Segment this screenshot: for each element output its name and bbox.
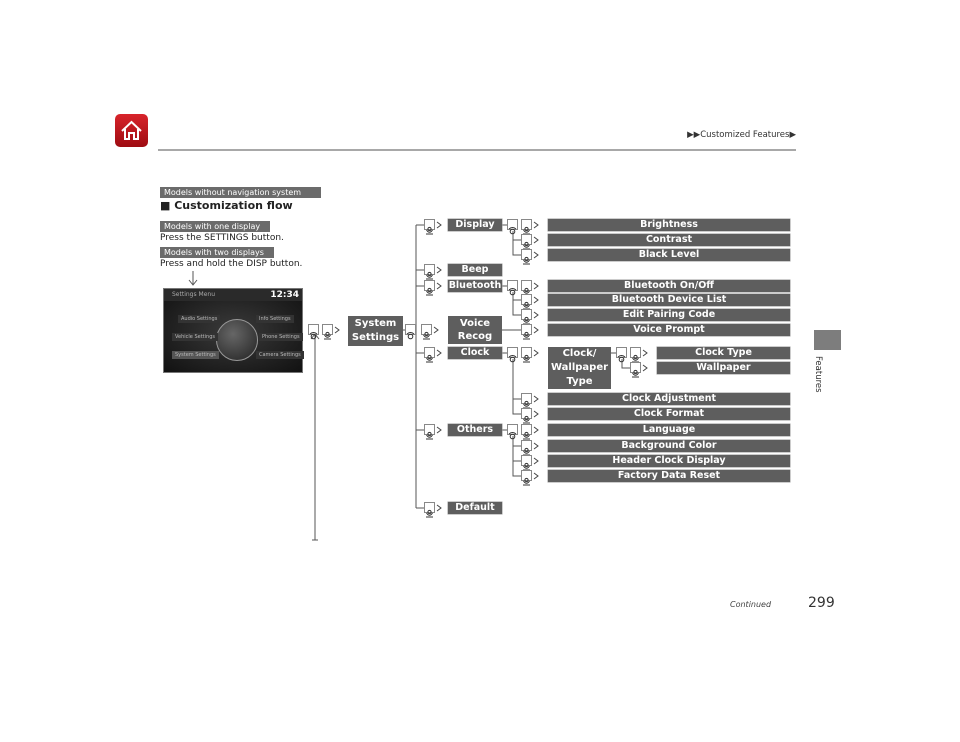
- rotate-dial-icon: [507, 219, 518, 235]
- press-button-icon: [424, 424, 435, 440]
- category-voice-recog: Voice Recog: [448, 316, 502, 344]
- press-button-icon: [521, 470, 532, 486]
- item-language: Language: [548, 424, 790, 436]
- arrow-icon: [533, 311, 539, 319]
- arrow-icon: [533, 410, 539, 418]
- page-number: 299: [808, 595, 835, 611]
- category-display: Display: [448, 219, 502, 231]
- section-tab-marker[interactable]: [814, 330, 841, 350]
- arrow-icon: [436, 349, 442, 357]
- item-voice-prompt: Voice Prompt: [548, 324, 790, 336]
- arrow-icon: [436, 221, 442, 229]
- item-header-clock-display: Header Clock Display: [548, 455, 790, 467]
- press-button-icon: [521, 424, 532, 440]
- press-button-icon: [521, 234, 532, 250]
- rotate-dial-icon: [507, 280, 518, 296]
- arrow-icon: [533, 426, 539, 434]
- continued-label: Continued: [730, 600, 772, 609]
- arrow-icon: [436, 504, 442, 512]
- item-bluetooth-on-off: Bluetooth On/Off: [548, 280, 790, 292]
- arrow-icon: [533, 395, 539, 403]
- arrow-icon: [533, 282, 539, 290]
- press-button-icon: [521, 249, 532, 265]
- arrow-icon: [533, 326, 539, 334]
- press-button-icon: [521, 294, 532, 310]
- manual-page: ▶▶Customized Features▶ Models without na…: [0, 0, 960, 742]
- press-button-icon: [521, 309, 532, 325]
- arrow-icon: [436, 426, 442, 434]
- item-contrast: Contrast: [548, 234, 790, 246]
- press-button-icon: [322, 324, 333, 340]
- category-default: Default: [448, 502, 502, 514]
- press-button-icon: [521, 280, 532, 296]
- press-button-icon: [630, 362, 641, 378]
- arrow-icon: [533, 296, 539, 304]
- press-button-icon: [521, 347, 532, 363]
- rotate-dial-icon: [507, 424, 518, 440]
- arrow-icon: [433, 326, 439, 334]
- item-black-level: Black Level: [548, 249, 790, 261]
- press-button-icon: [521, 455, 532, 471]
- rotate-dial-icon: [507, 347, 518, 363]
- category-others: Others: [448, 424, 502, 436]
- arrow-icon: [533, 251, 539, 259]
- arrow-icon: [533, 236, 539, 244]
- category-clock: Clock: [448, 347, 502, 359]
- press-button-icon: [521, 393, 532, 409]
- item-bluetooth-device-list: Bluetooth Device List: [548, 294, 790, 306]
- press-button-icon: [424, 280, 435, 296]
- arrow-icon: [642, 364, 648, 372]
- arrow-icon: [436, 266, 442, 274]
- arrow-icon: [642, 349, 648, 357]
- press-button-icon: [424, 502, 435, 518]
- rotate-dial-icon: [405, 324, 416, 340]
- rotate-dial-icon: [616, 347, 627, 363]
- category-beep: Beep: [448, 264, 502, 276]
- arrow-icon: [533, 349, 539, 357]
- arrow-icon: [533, 472, 539, 480]
- section-tab-label[interactable]: Features: [813, 356, 823, 393]
- rotate-dial-icon: [308, 324, 319, 340]
- press-button-icon: [424, 219, 435, 235]
- item-edit-pairing-code: Edit Pairing Code: [548, 309, 790, 321]
- press-button-icon: [521, 440, 532, 456]
- item-clock-wallpaper-type: Clock/ Wallpaper Type: [548, 347, 611, 389]
- press-button-icon: [521, 324, 532, 340]
- item-factory-data-reset: Factory Data Reset: [548, 470, 790, 482]
- press-button-icon: [521, 408, 532, 424]
- arrow-icon: [533, 221, 539, 229]
- press-button-icon: [521, 219, 532, 235]
- arrow-icon: [533, 457, 539, 465]
- item-wallpaper: Wallpaper: [657, 362, 790, 374]
- item-brightness: Brightness: [548, 219, 790, 231]
- arrow-icon: [334, 326, 340, 334]
- item-clock-format: Clock Format: [548, 408, 790, 420]
- item-background-color: Background Color: [548, 440, 790, 452]
- press-button-icon: [421, 324, 432, 340]
- press-button-icon: [424, 264, 435, 280]
- category-bluetooth: Bluetooth: [448, 280, 502, 292]
- flow-root-system-settings: System Settings: [348, 316, 403, 346]
- press-button-icon: [424, 347, 435, 363]
- arrow-icon: [533, 442, 539, 450]
- item-clock-type: Clock Type: [657, 347, 790, 359]
- item-clock-adjustment: Clock Adjustment: [548, 393, 790, 405]
- arrow-icon: [436, 282, 442, 290]
- press-button-icon: [630, 347, 641, 363]
